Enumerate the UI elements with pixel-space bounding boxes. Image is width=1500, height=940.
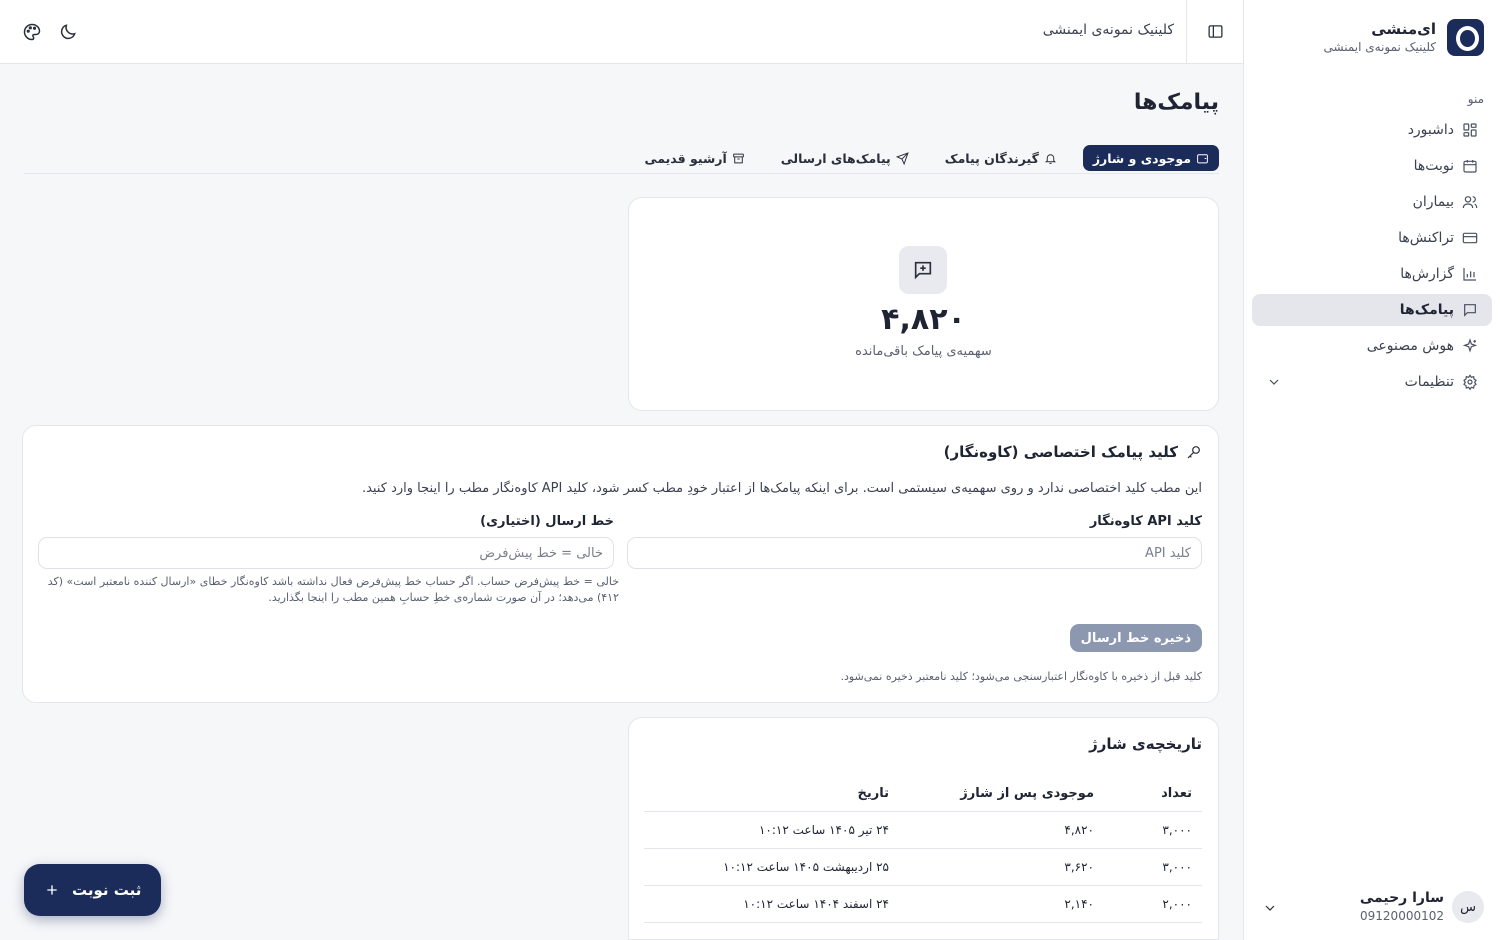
charge-history-title: تاریخچه‌ی شارژ — [1089, 735, 1202, 753]
theme-button[interactable] — [22, 22, 42, 42]
header-balance: موجودی پس از شارژ — [960, 786, 1094, 801]
sidebar-item-label: نوبت‌ها — [1413, 158, 1454, 174]
tab-label: پیامک‌های ارسالی — [780, 150, 891, 166]
sender-line-input[interactable] — [38, 537, 614, 569]
logo-icon — [1447, 19, 1484, 56]
tab-label: آرشیو قدیمی — [644, 150, 727, 166]
tab-balance[interactable]: موجودی و شارژ — [1082, 145, 1219, 171]
main-content: پیامک‌ها موجودی و شارژ گیرندگان پیامک پی… — [0, 64, 1243, 940]
cell-balance: ۴,۸۲۰ — [1064, 823, 1094, 837]
header-date: تاریخ — [857, 786, 890, 801]
palette-icon — [23, 23, 41, 41]
send-icon — [895, 151, 909, 165]
tabs: موجودی و شارژ گیرندگان پیامک پیامک‌های ا… — [24, 145, 1219, 174]
table-row: ۲,۰۰۰ ۲,۱۴۰ ۲۴ اسفند ۱۴۰۴ ساعت ۱۰:۱۲ — [644, 886, 1202, 923]
sidebar-item-ai[interactable]: هوش مصنوعی — [1252, 330, 1492, 362]
sidebar-item-label: گزارش‌ها — [1400, 266, 1454, 282]
sidebar-item-label: تنظیمات — [1404, 374, 1454, 390]
api-key-label: کلید API کاوه‌نگار — [1089, 514, 1202, 529]
cell-count: ۲,۰۰۰ — [1162, 897, 1192, 911]
sender-line-hint: خالی = خط پیش‌فرض حساب. اگر حساب خط پیش‌… — [47, 575, 619, 604]
sidebar-item-appointments[interactable]: نوبت‌ها — [1252, 150, 1492, 182]
api-key-note: کلید قبل از ذخیره با کاوه‌نگار اعتبارسنج… — [840, 670, 1202, 683]
avatar: س — [1452, 891, 1484, 923]
moon-icon — [60, 24, 76, 40]
sidebar-item-label: داشبورد — [1407, 122, 1454, 138]
wallet-icon — [1197, 153, 1208, 163]
charge-history-card: تاریخچه‌ی شارژ تعداد موجودی پس از شارژ ت… — [628, 717, 1219, 940]
plus-icon — [47, 885, 57, 895]
sidebar-item-reports[interactable]: گزارش‌ها — [1252, 258, 1492, 290]
api-key-title: کلید پیامک اختصاصی (کاوه‌نگار) — [944, 443, 1202, 461]
topbar: کلینیک نمونه‌ی ایمنشی — [0, 0, 1243, 64]
calendar-icon — [1463, 160, 1477, 173]
credit-label: سهمیه‌ی پیامک باقی‌مانده — [855, 344, 992, 359]
message-icon — [1464, 304, 1476, 317]
sidebar: ای‌منشی کلینیک نمونه‌ی ایمنشی منو داشبور… — [1243, 0, 1500, 940]
tab-sent[interactable]: پیامک‌های ارسالی — [771, 145, 919, 171]
cell-balance: ۳,۶۲۰ — [1064, 860, 1094, 874]
save-sender-line-button[interactable]: ذخیره خط ارسال — [1069, 624, 1202, 652]
brand[interactable]: ای‌منشی کلینیک نمونه‌ی ایمنشی — [1260, 18, 1484, 58]
table-header: تعداد موجودی پس از شارژ تاریخ — [644, 776, 1202, 812]
message-plus-icon — [899, 246, 947, 294]
dark-mode-button[interactable] — [58, 22, 78, 42]
sidebar-item-label: تراکنش‌ها — [1398, 230, 1454, 246]
credit-card: ۴,۸۲۰ سهمیه‌ی پیامک باقی‌مانده — [628, 197, 1219, 411]
sidebar-item-patients[interactable]: بیماران — [1252, 186, 1492, 218]
table-row: ۳,۰۰۰ ۴,۸۲۰ ۲۴ تیر ۱۴۰۵ ساعت ۱۰:۱۲ — [644, 812, 1202, 849]
sender-line-label: خط ارسال (اختیاری) — [480, 514, 614, 529]
charge-history-table: تعداد موجودی پس از شارژ تاریخ ۳,۰۰۰ ۴,۸۲… — [644, 776, 1202, 923]
new-appointment-label: ثبت نوبت — [72, 881, 142, 899]
credit-value: ۴,۸۲۰ — [881, 302, 966, 337]
sparkle-icon — [1462, 338, 1478, 353]
header-count: تعداد — [1161, 786, 1192, 801]
sidebar-toggle-icon — [1207, 25, 1223, 38]
sidebar-item-transactions[interactable]: تراکنش‌ها — [1252, 222, 1492, 254]
tab-recipients[interactable]: گیرندگان پیامک — [935, 145, 1067, 171]
gear-icon — [1463, 374, 1477, 390]
dashboard-icon — [1463, 123, 1477, 137]
cell-date: ۲۴ تیر ۱۴۰۵ ساعت ۱۰:۱۲ — [758, 823, 889, 837]
sidebar-item-label: بیماران — [1412, 194, 1454, 210]
api-key-card: کلید پیامک اختصاصی (کاوه‌نگار) این مطب ک… — [22, 425, 1219, 703]
api-key-description: این مطب کلید اختصاصی ندارد و روی سهمیه‌ی… — [361, 481, 1202, 496]
card-icon — [1462, 232, 1478, 244]
sidebar-item-label: هوش مصنوعی — [1366, 338, 1454, 354]
chart-icon — [1463, 268, 1476, 281]
users-icon — [1462, 196, 1478, 209]
sidebar-item-label: پیامک‌ها — [1399, 302, 1454, 318]
sidebar-toggle-button[interactable] — [1186, 0, 1243, 63]
bell-icon — [1044, 153, 1056, 164]
cell-date: ۲۴ اسفند ۱۴۰۴ ساعت ۱۰:۱۲ — [743, 897, 889, 911]
table-row: ۳,۰۰۰ ۳,۶۲۰ ۲۵ اردیبهشت ۱۴۰۵ ساعت ۱۰:۱۲ — [644, 849, 1202, 886]
api-key-title-text: کلید پیامک اختصاصی (کاوه‌نگار) — [943, 443, 1178, 461]
chevron-down-icon[interactable] — [1266, 374, 1282, 390]
page-title: پیامک‌ها — [1133, 90, 1219, 115]
sidebar-item-sms[interactable]: پیامک‌ها — [1252, 294, 1492, 326]
user-phone: 09120000102 — [1360, 909, 1444, 923]
brand-name: ای‌منشی — [1371, 20, 1436, 38]
user-menu[interactable]: س سارا رحیمی 09120000102 — [1260, 890, 1484, 926]
topbar-clinic-name: کلینیک نمونه‌ی ایمنشی — [1042, 22, 1174, 38]
cell-balance: ۲,۱۴۰ — [1064, 897, 1094, 911]
tab-label: گیرندگان پیامک — [944, 150, 1039, 166]
cell-date: ۲۵ اردیبهشت ۱۴۰۵ ساعت ۱۰:۱۲ — [723, 860, 889, 874]
brand-clinic: کلینیک نمونه‌ی ایمنشی — [1323, 40, 1437, 54]
sidebar-item-settings[interactable]: تنظیمات — [1252, 366, 1492, 398]
api-key-input[interactable] — [627, 537, 1202, 569]
sidebar-item-dashboard[interactable]: داشبورد — [1252, 114, 1492, 146]
archive-icon — [732, 153, 744, 163]
chevron-down-icon[interactable] — [1262, 900, 1278, 916]
key-icon — [1187, 446, 1200, 459]
cell-count: ۳,۰۰۰ — [1162, 823, 1192, 837]
sidebar-menu: داشبورد نوبت‌ها بیماران تراکنش‌ها گزارش‌… — [1252, 114, 1492, 402]
cell-count: ۳,۰۰۰ — [1162, 860, 1192, 874]
menu-label: منو — [1467, 92, 1484, 106]
tab-archive[interactable]: آرشیو قدیمی — [635, 145, 755, 171]
new-appointment-button[interactable]: ثبت نوبت — [24, 864, 162, 916]
tab-label: موجودی و شارژ — [1092, 150, 1191, 166]
user-name: سارا رحیمی — [1359, 890, 1444, 906]
